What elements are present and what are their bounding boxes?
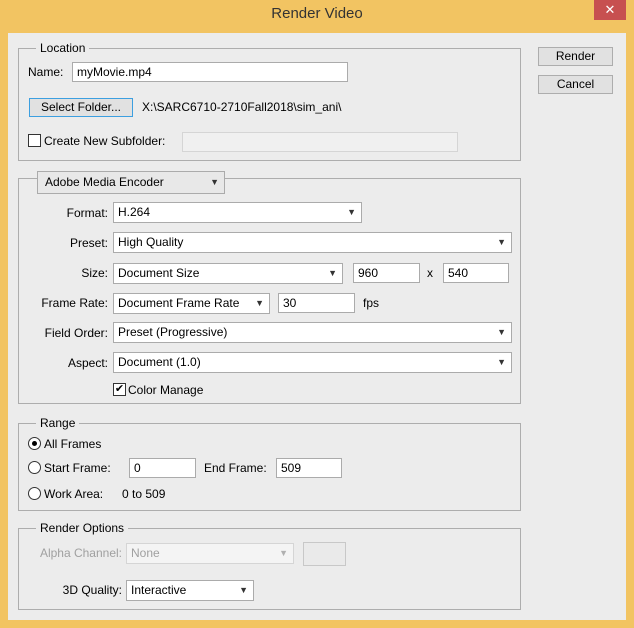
- render-button[interactable]: Render: [538, 47, 613, 66]
- encoder-value: Adobe Media Encoder: [45, 175, 164, 189]
- name-input[interactable]: myMovie.mp4: [72, 62, 348, 82]
- chevron-down-icon: ▼: [328, 268, 337, 278]
- aspect-select[interactable]: Document (1.0) ▼: [113, 352, 512, 373]
- size-label: Size:: [81, 266, 108, 280]
- work-area-label: Work Area:: [44, 487, 104, 501]
- all-frames-label: All Frames: [44, 437, 102, 451]
- close-button[interactable]: ✕: [594, 0, 626, 20]
- alpha-channel-value: None: [131, 546, 160, 560]
- cancel-button[interactable]: Cancel: [538, 75, 613, 94]
- folder-path: X:\SARC6710-2710Fall2018\sim_ani\: [142, 100, 342, 114]
- start-frame-input[interactable]: 0: [129, 458, 196, 478]
- size-select[interactable]: Document Size ▼: [113, 263, 343, 284]
- aspect-value: Document (1.0): [118, 355, 201, 369]
- end-frame-label: End Frame:: [204, 461, 267, 475]
- alpha-channel-label: Alpha Channel:: [39, 546, 122, 560]
- width-input[interactable]: 960: [353, 263, 420, 283]
- render-options-legend: Render Options: [36, 521, 129, 535]
- name-label: Name:: [28, 65, 64, 79]
- location-legend: Location: [36, 41, 90, 55]
- aspect-label: Aspect:: [67, 356, 108, 370]
- chevron-down-icon: ▼: [279, 548, 288, 558]
- preset-label: Preset:: [69, 236, 108, 250]
- format-select[interactable]: H.264 ▼: [113, 202, 362, 223]
- select-folder-button[interactable]: Select Folder...: [29, 98, 133, 117]
- chevron-down-icon: ▼: [255, 298, 264, 308]
- chevron-down-icon: ▼: [347, 207, 356, 217]
- start-frame-radio[interactable]: [28, 461, 41, 474]
- field-order-label: Field Order:: [44, 326, 108, 340]
- 3d-quality-value: Interactive: [131, 583, 187, 597]
- chevron-down-icon: ▼: [497, 327, 506, 337]
- chevron-down-icon: ▼: [497, 237, 506, 247]
- alpha-swatch: [303, 542, 346, 566]
- size-value: Document Size: [118, 266, 200, 280]
- window-title: Render Video: [271, 5, 363, 22]
- framerate-select[interactable]: Document Frame Rate ▼: [113, 293, 270, 314]
- render-options-group: [18, 528, 521, 610]
- work-area-radio[interactable]: [28, 487, 41, 500]
- field-order-select[interactable]: Preset (Progressive) ▼: [113, 322, 512, 343]
- range-legend: Range: [36, 416, 80, 430]
- create-subfolder-label: Create New Subfolder:: [44, 134, 166, 148]
- size-separator: x: [427, 266, 433, 280]
- height-input[interactable]: 540: [443, 263, 509, 283]
- subfolder-input: [182, 132, 458, 152]
- field-order-value: Preset (Progressive): [118, 325, 228, 339]
- framerate-label: Frame Rate:: [41, 296, 108, 310]
- color-manage-label: Color Manage: [128, 383, 204, 397]
- framerate-value: Document Frame Rate: [118, 296, 240, 310]
- format-label: Format:: [66, 206, 108, 220]
- end-frame-input[interactable]: 509: [276, 458, 342, 478]
- work-area-value: 0 to 509: [122, 487, 166, 501]
- start-frame-label: Start Frame:: [44, 461, 111, 475]
- chevron-down-icon: ▼: [497, 357, 506, 367]
- format-value: H.264: [118, 205, 151, 219]
- fps-label: fps: [363, 296, 380, 310]
- 3d-quality-label: 3D Quality:: [62, 583, 122, 597]
- preset-value: High Quality: [118, 235, 184, 249]
- chevron-down-icon: ▼: [210, 177, 219, 187]
- 3d-quality-select[interactable]: Interactive ▼: [126, 580, 254, 601]
- preset-select[interactable]: High Quality ▼: [113, 232, 512, 253]
- encoder-select[interactable]: Adobe Media Encoder ▼: [37, 171, 225, 194]
- color-manage-checkbox[interactable]: ✔: [113, 383, 126, 396]
- create-subfolder-checkbox[interactable]: [28, 134, 41, 147]
- chevron-down-icon: ▼: [239, 585, 248, 595]
- fps-input[interactable]: 30: [278, 293, 355, 313]
- alpha-channel-select: None ▼: [126, 543, 294, 564]
- all-frames-radio[interactable]: [28, 437, 41, 450]
